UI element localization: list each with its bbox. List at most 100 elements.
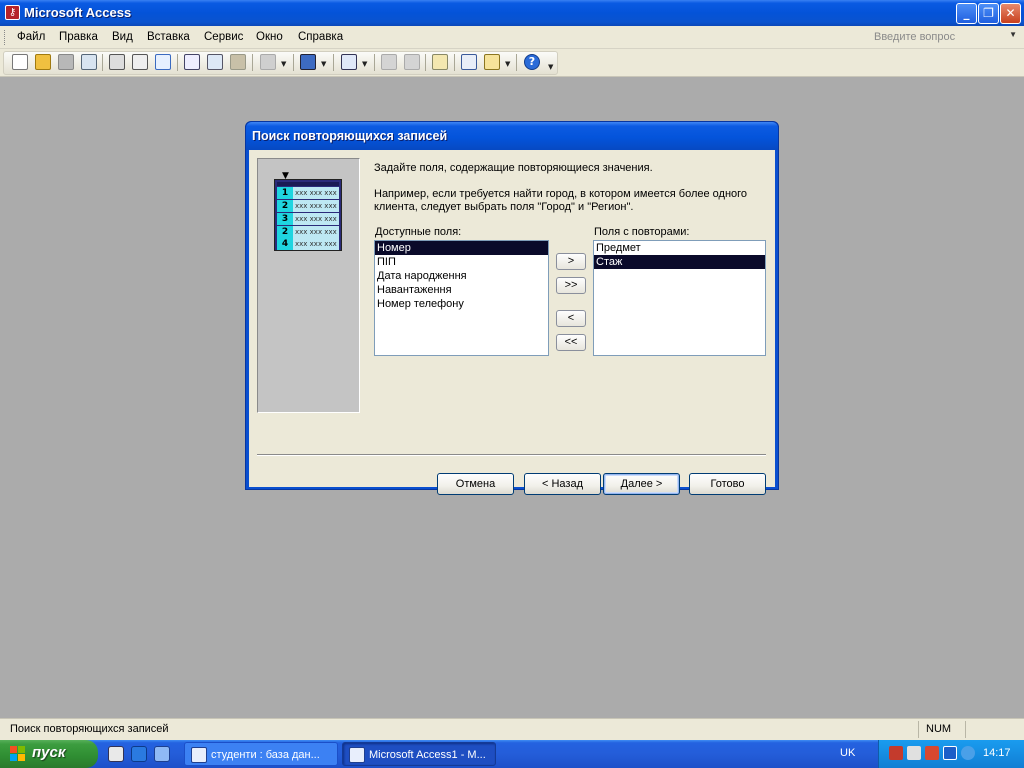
network-icon[interactable] [943, 746, 957, 760]
list-item[interactable]: Номер телефону [375, 297, 548, 311]
list-item[interactable]: Предмет [594, 241, 765, 255]
list-item[interactable]: Навантаження [375, 283, 548, 297]
row-text: xxx xxx xxx [295, 228, 337, 236]
menu-grip[interactable] [4, 30, 7, 45]
taskbar: пуск студенти : база дан... Microsoft Ac… [0, 740, 1024, 768]
access-app-icon[interactable]: ⚷ [5, 5, 20, 20]
start-label: пуск [32, 744, 66, 761]
close-button[interactable]: ✕ [1000, 3, 1021, 24]
chevron-down-icon[interactable]: ▼ [281, 60, 286, 68]
clock: 14:17 [983, 747, 1011, 759]
menu-file[interactable]: Файл [17, 31, 45, 43]
chevron-down-icon[interactable]: ▼ [321, 60, 326, 68]
relationships-icon[interactable] [461, 54, 477, 70]
toolbar-separator [293, 54, 294, 71]
chevron-down-icon[interactable]: ▼ [505, 60, 510, 68]
analyze-icon[interactable] [341, 54, 357, 70]
ask-question-placeholder: Введите вопрос [874, 31, 956, 43]
menu-tools[interactable]: Сервис [204, 31, 243, 43]
tray-tool-icon[interactable] [889, 746, 903, 760]
status-bar: Поиск повторяющихся записей NUM [0, 718, 1024, 740]
disabled-tool-icon [381, 54, 397, 70]
paste-icon[interactable] [230, 54, 246, 70]
cut-icon[interactable] [184, 54, 200, 70]
toolbar: ▼ ▼ ▼ ▼ ? ▼ [0, 49, 1024, 77]
add-all-fields-button[interactable]: >> [556, 277, 586, 294]
toolbar-separator [252, 54, 253, 71]
menu-window[interactable]: Окно [256, 31, 283, 43]
available-fields-list[interactable]: Номер ПІП Дата народження Навантаження Н… [374, 240, 549, 356]
cancel-button[interactable]: Отмена [437, 473, 514, 495]
copy-icon[interactable] [207, 54, 223, 70]
find-duplicates-wizard-dialog: Поиск повторяющихся записей ▼ 1 xxx xxx x… [245, 121, 779, 495]
status-separator [965, 721, 966, 738]
properties-icon[interactable] [432, 54, 448, 70]
help-icon[interactable]: ? [524, 54, 540, 70]
search-icon[interactable] [81, 54, 97, 70]
next-button[interactable]: Далее > [603, 473, 680, 495]
row-text: xxx xxx xxx [295, 189, 337, 197]
list-item[interactable]: Дата народження [375, 269, 548, 283]
row-number: 3 [277, 213, 293, 225]
menu-insert[interactable]: Вставка [147, 31, 190, 43]
media-player-icon[interactable] [108, 746, 124, 762]
tray-status-icon[interactable] [961, 746, 975, 760]
ask-question-box[interactable]: Введите вопрос ▼ [870, 29, 1020, 46]
repeat-fields-list[interactable]: Предмет Стаж [593, 240, 766, 356]
row-text: xxx xxx xxx [295, 202, 337, 210]
undo-icon[interactable] [260, 54, 276, 70]
illustration-row: 3 xxx xxx xxx [277, 213, 339, 225]
remove-field-button[interactable]: < [556, 310, 586, 327]
show-desktop-icon[interactable] [154, 746, 170, 762]
print-preview-icon[interactable] [132, 54, 148, 70]
row-text: xxx xxx xxx [295, 240, 337, 248]
toolbar-separator [374, 54, 375, 71]
internet-explorer-icon[interactable] [131, 746, 147, 762]
office-links-icon[interactable] [300, 54, 316, 70]
menu-help[interactable]: Справка [298, 31, 343, 43]
tray-app-icon[interactable] [925, 746, 939, 760]
row-number: 2 [277, 226, 293, 238]
open-icon[interactable] [35, 54, 51, 70]
row-number: 1 [277, 187, 293, 199]
new-object-icon[interactable] [484, 54, 500, 70]
taskbar-item-access[interactable]: Microsoft Access1 - M... [342, 742, 496, 766]
menu-view[interactable]: Вид [112, 31, 133, 43]
remove-all-fields-button[interactable]: << [556, 334, 586, 351]
chevron-down-icon[interactable]: ▼ [362, 60, 367, 68]
taskbar-item-label: студенти : база дан... [211, 749, 320, 761]
toolbar-separator [425, 54, 426, 71]
finish-button[interactable]: Готово [689, 473, 766, 495]
volume-icon[interactable] [907, 746, 921, 760]
dialog-title-bar[interactable]: Поиск повторяющихся записей [246, 122, 778, 150]
chevron-down-icon[interactable]: ▼ [1009, 30, 1017, 39]
back-button[interactable]: < Назад [524, 473, 601, 495]
illustration-header [277, 182, 339, 186]
save-icon[interactable] [58, 54, 74, 70]
status-text: Поиск повторяющихся записей [10, 723, 169, 735]
row-number: 4 [277, 238, 293, 250]
menu-edit[interactable]: Правка [59, 31, 98, 43]
toolbar-separator [333, 54, 334, 71]
list-item[interactable]: Номер [375, 241, 548, 255]
window-title: Microsoft Access [24, 5, 132, 20]
toolbar-separator [102, 54, 103, 71]
start-button[interactable]: пуск [0, 740, 98, 768]
windows-logo-icon [10, 746, 26, 762]
taskbar-item-database[interactable]: студенти : база дан... [184, 742, 338, 766]
example-text-line2: клиента, следует выбрать поля "Город" и … [374, 201, 634, 213]
list-item[interactable]: ПІП [375, 255, 548, 269]
restore-button[interactable]: ❐ [978, 3, 999, 24]
list-item[interactable]: Стаж [594, 255, 765, 269]
toolbar-options-icon[interactable]: ▼ [548, 63, 553, 71]
status-separator [918, 721, 919, 738]
print-icon[interactable] [109, 54, 125, 70]
spelling-icon[interactable] [155, 54, 171, 70]
title-bar: ⚷ Microsoft Access _ ❐ ✕ [0, 0, 1024, 26]
add-field-button[interactable]: > [556, 253, 586, 270]
minimize-button[interactable]: _ [956, 3, 977, 24]
row-number: 2 [277, 200, 293, 212]
toolbar-separator [454, 54, 455, 71]
new-icon[interactable] [12, 54, 28, 70]
language-indicator[interactable]: UK [840, 747, 855, 759]
